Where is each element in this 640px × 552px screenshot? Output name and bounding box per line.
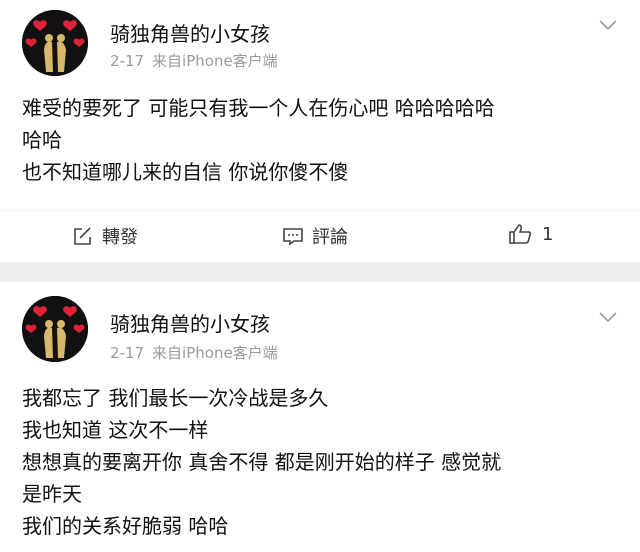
post-meta: 2-17 来自iPhone客户端 — [110, 50, 278, 71]
avatar[interactable] — [22, 10, 88, 76]
post-line: 想想真的要离开你 真舍不得 都是刚开始的样子 感觉就 — [22, 450, 502, 474]
feed-divider — [0, 262, 640, 282]
post-line: 我都忘了 我们最长一次冷战是多久 — [22, 386, 329, 410]
post-line: 是昨天 — [22, 482, 82, 506]
post-line: 难受的要死了 可能只有我一个人在伤心吧 哈哈哈哈哈 — [22, 96, 495, 120]
chevron-down-icon[interactable] — [598, 18, 618, 32]
post-username[interactable]: 骑独角兽的小女孩 — [110, 18, 270, 47]
comment-button[interactable]: 評論 — [282, 223, 348, 249]
post-source: 来自iPhone客户端 — [152, 52, 278, 70]
repost-button[interactable]: 轉發 — [72, 223, 138, 249]
post-line: 我也知道 这次不一样 — [22, 418, 209, 442]
post-line: 哈哈 — [22, 128, 62, 152]
comment-icon — [283, 228, 303, 246]
post-date: 2-17 — [110, 344, 145, 362]
edit-share-icon — [74, 227, 91, 245]
chevron-down-icon[interactable] — [598, 310, 618, 324]
repost-label: 轉發 — [102, 227, 138, 248]
like-count: 1 — [542, 223, 554, 245]
like-button[interactable]: 1 — [508, 223, 553, 245]
thumbs-up-icon — [509, 224, 532, 244]
comment-label: 評論 — [312, 227, 348, 248]
post-date: 2-17 — [110, 52, 145, 70]
avatar[interactable] — [22, 296, 88, 362]
post-line: 我们的关系好脆弱 哈哈 — [22, 514, 229, 538]
post-line: 也不知道哪儿来的自信 你说你傻不傻 — [22, 160, 349, 184]
post-username[interactable]: 骑独角兽的小女孩 — [110, 308, 270, 337]
couple-hearts-avatar-icon — [22, 10, 88, 76]
post-body: 我都忘了 我们最长一次冷战是多久 我也知道 这次不一样 想想真的要离开你 真舍不… — [22, 382, 622, 542]
post-body: 难受的要死了 可能只有我一个人在伤心吧 哈哈哈哈哈 哈哈 也不知道哪儿来的自信 … — [22, 92, 622, 188]
couple-hearts-avatar-icon — [22, 296, 88, 362]
post-meta: 2-17 来自iPhone客户端 — [110, 342, 278, 363]
post-source: 来自iPhone客户端 — [152, 344, 278, 362]
weibo-feed: 骑独角兽的小女孩 2-17 来自iPhone客户端 难受的要死了 可能只有我一个人… — [0, 0, 640, 552]
post-actions: 轉發 評論 1 — [0, 210, 640, 259]
